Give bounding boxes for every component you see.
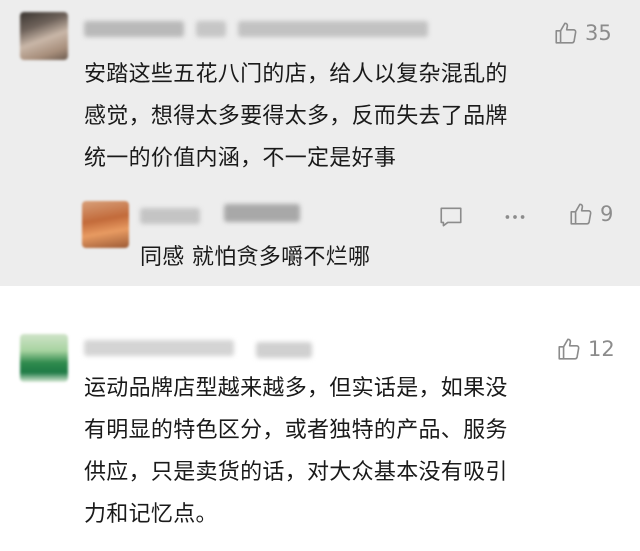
comment-bubble-icon (440, 207, 462, 227)
thumbs-up-icon (558, 338, 580, 360)
avatar[interactable] (20, 334, 68, 382)
like-button[interactable]: 35 (553, 20, 612, 46)
avatar[interactable] (20, 12, 68, 60)
reply-button[interactable] (437, 203, 465, 231)
username-redacted (238, 21, 428, 37)
reply-username-redacted (224, 204, 300, 222)
comment-line: 统一的价值内涵，不一定是好事 (84, 146, 397, 171)
comment-text: 安踏这些五花八门的店，给人以复杂混乱的 感觉，想得太多要得太多，反而失去了品牌 … (84, 54, 614, 180)
thumbs-up-icon (555, 22, 577, 44)
reply-like-count: 9 (600, 202, 614, 226)
reply-like-button[interactable]: 9 (568, 201, 613, 227)
comment-line: 有明显的特色区分，或者独特的产品、服务 (84, 418, 508, 443)
more-button[interactable] (501, 203, 529, 231)
comment-line: 安踏这些五花八门的店，给人以复杂混乱的 (84, 62, 508, 87)
like-count: 12 (588, 337, 615, 361)
reply-avatar[interactable] (82, 201, 129, 248)
comment-line: 感觉，想得太多要得太多，反而失去了品牌 (84, 104, 508, 129)
thumbs-up-icon (570, 203, 592, 225)
username-redacted (196, 21, 226, 37)
reply-username-redacted (140, 208, 200, 224)
more-dots-icon (505, 215, 525, 219)
reply-text: 同感 就怕贪多嚼不烂哪 (140, 245, 371, 270)
like-count: 35 (585, 21, 612, 45)
comment-card-1: 35 安踏这些五花八门的店，给人以复杂混乱的 感觉，想得太多要得太多，反而失去了… (0, 0, 640, 286)
comment-line: 运动品牌店型越来越多，但实话是，如果没 (84, 376, 508, 401)
username-redacted (256, 342, 312, 358)
username-redacted (84, 21, 184, 37)
username-redacted (84, 340, 234, 356)
comment-text: 运动品牌店型越来越多，但实话是，如果没 有明显的特色区分，或者独特的产品、服务 … (84, 368, 629, 536)
like-button[interactable]: 12 (556, 336, 615, 362)
comment-line: 供应，只是卖货的话，对大众基本没有吸引 (84, 460, 508, 485)
comment-line: 力和记忆点。 (84, 502, 218, 527)
